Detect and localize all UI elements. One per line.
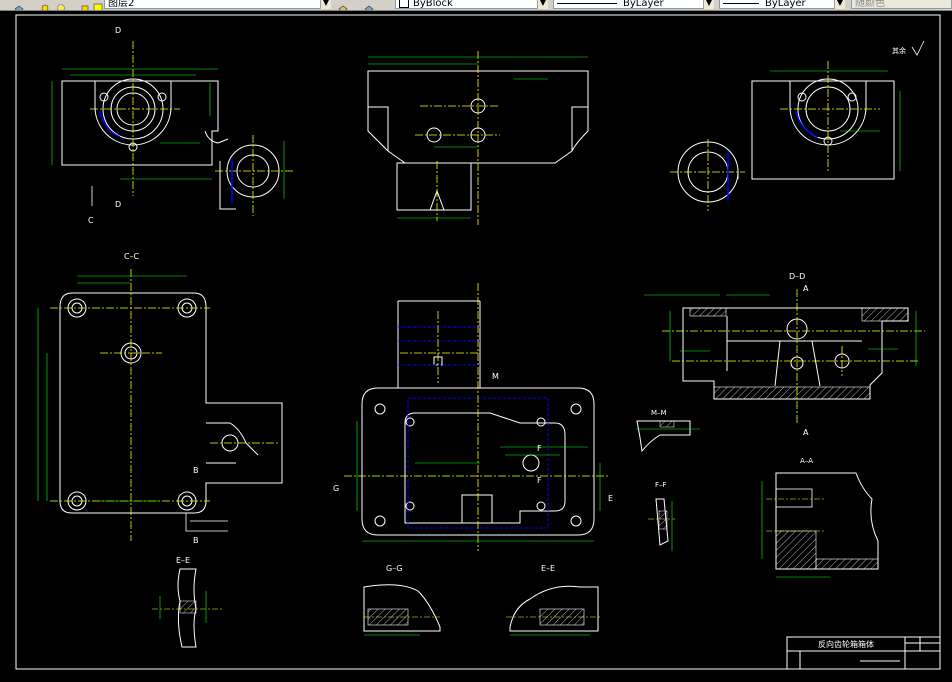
section-m-m-view: [636, 420, 700, 453]
marker-g: G: [333, 484, 339, 493]
marker-b-bottom: B: [193, 536, 199, 545]
cad-drawing: D D C 其余 C–C B B M G E F F D–D A A M–M F…: [15, 14, 941, 670]
layer-freeze-icon[interactable]: [56, 0, 66, 10]
plotstyle-dropdown: 随颜色: [851, 0, 952, 9]
section-a-a-view: [761, 472, 879, 578]
title-block-title: 反向齿轮箱箱体: [818, 639, 874, 649]
marker-d-top: D: [115, 26, 121, 35]
section-label-e-e-left: E–E: [176, 556, 190, 565]
front-view-left: [51, 41, 295, 216]
layer-dropdown[interactable]: 图层2: [104, 0, 328, 9]
linetype-sample: [557, 2, 617, 4]
marker-f-top: F: [537, 444, 542, 453]
section-f-f-view: [648, 498, 675, 551]
section-e-e-view: [506, 585, 600, 636]
layer-dropdown-arrow-icon[interactable]: ▼: [320, 0, 331, 9]
layer-dropdown-value: 图层2: [108, 0, 135, 9]
layer-color-icon[interactable]: [93, 0, 103, 10]
marker-a-bottom: A: [803, 428, 809, 437]
marker-e: E: [608, 494, 613, 503]
roughness-symbol-icon: [911, 40, 925, 56]
layer-previous-icon[interactable]: [364, 0, 374, 10]
color-dropdown-value: ByBlock: [413, 0, 453, 9]
lineweight-dropdown-value: ByLayer: [765, 0, 806, 9]
plotstyle-dropdown-value: 随颜色: [855, 0, 885, 9]
linetype-dropdown-value: ByLayer: [623, 0, 664, 9]
section-g-g-view: [363, 584, 441, 636]
color-dropdown[interactable]: ByBlock: [395, 0, 545, 9]
drawing-canvas[interactable]: D D C 其余 C–C B B M G E F F D–D A A M–M F…: [0, 11, 952, 682]
layer-manager-icon[interactable]: [14, 0, 24, 10]
section-label-c-c: C–C: [124, 252, 140, 261]
make-object-layer-current-icon[interactable]: [338, 0, 348, 10]
section-c-c-view: [37, 269, 283, 541]
right-top-view: [670, 61, 901, 211]
lineweight-sample: [723, 2, 759, 4]
lineweight-dropdown[interactable]: ByLayer: [719, 0, 843, 9]
linetype-dropdown[interactable]: ByLayer: [553, 0, 711, 9]
lineweight-dropdown-arrow-icon[interactable]: ▼: [834, 0, 845, 9]
section-label-a-a: A–A: [800, 457, 813, 465]
roughness-note: 其余: [892, 46, 906, 55]
marker-d-bottom: D: [115, 200, 121, 209]
linetype-dropdown-arrow-icon[interactable]: ▼: [703, 0, 714, 9]
marker-a-top: A: [803, 284, 809, 293]
section-e-e-left-view: [152, 568, 222, 648]
section-label-e-e: E–E: [541, 564, 555, 573]
section-label-m-m: M–M: [651, 409, 667, 417]
section-label-d-d: D–D: [789, 272, 805, 281]
marker-b-top: B: [193, 466, 199, 475]
top-middle-view: [367, 51, 589, 225]
layer-on-icon[interactable]: [40, 0, 50, 10]
section-label-g-g: G–G: [386, 564, 402, 573]
marker-c: C: [88, 216, 94, 225]
properties-toolbar: 图层2 ▼ ByBlock ▼ ByLayer ▼ ByLayer ▼ 随颜色: [0, 0, 952, 11]
section-d-d-view: [644, 289, 925, 423]
section-label-f-f: F–F: [655, 481, 667, 489]
central-plan-view: [344, 283, 610, 551]
color-swatch: [399, 0, 409, 8]
marker-m: M: [492, 372, 499, 381]
color-dropdown-arrow-icon[interactable]: ▼: [537, 0, 548, 9]
marker-f-bottom: F: [537, 476, 542, 485]
layer-lock-icon[interactable]: [80, 0, 90, 10]
